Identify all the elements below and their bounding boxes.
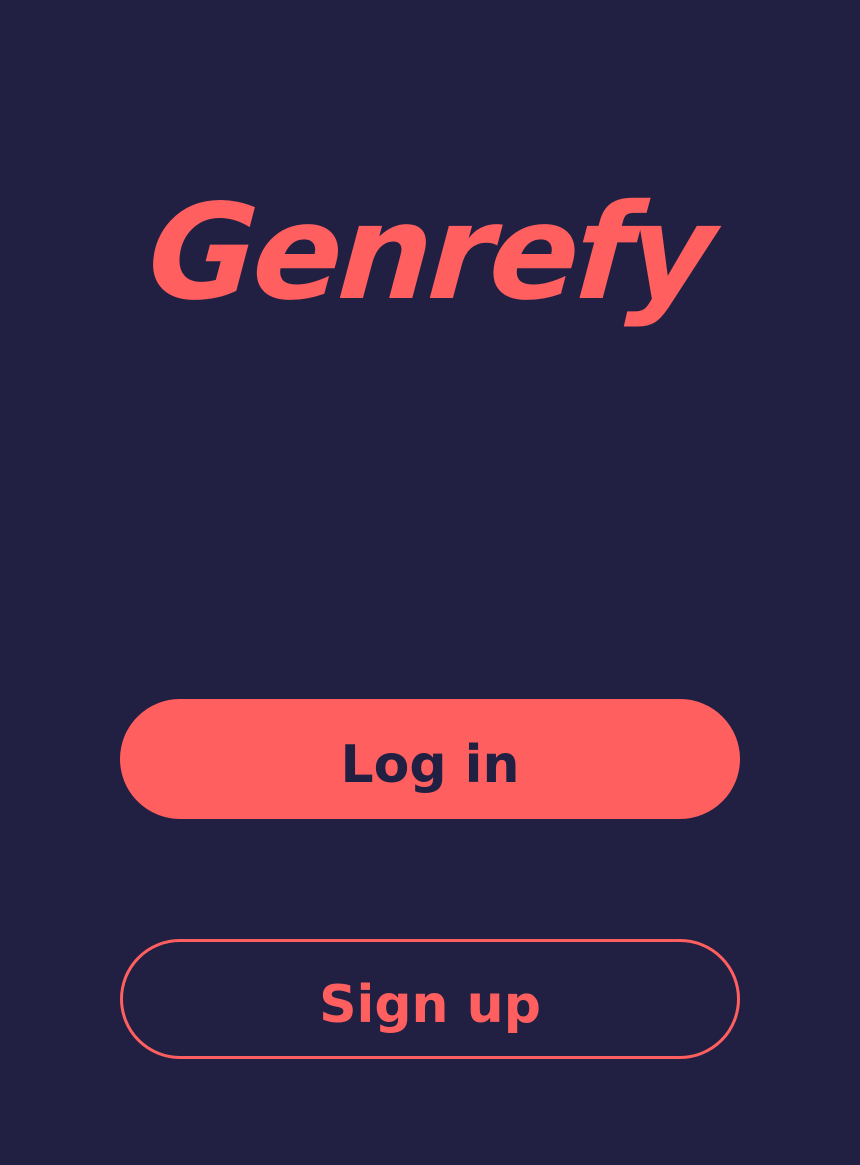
app-logo-text: Genrefy: [143, 176, 717, 330]
app-logo: Genrefy: [114, 168, 746, 338]
signup-button-label: Sign up: [319, 975, 541, 1035]
welcome-screen: Genrefy Log in Sign up: [0, 0, 860, 1165]
login-button[interactable]: Log in: [120, 699, 740, 819]
login-button-label: Log in: [340, 735, 520, 795]
signup-button[interactable]: Sign up: [120, 939, 740, 1059]
